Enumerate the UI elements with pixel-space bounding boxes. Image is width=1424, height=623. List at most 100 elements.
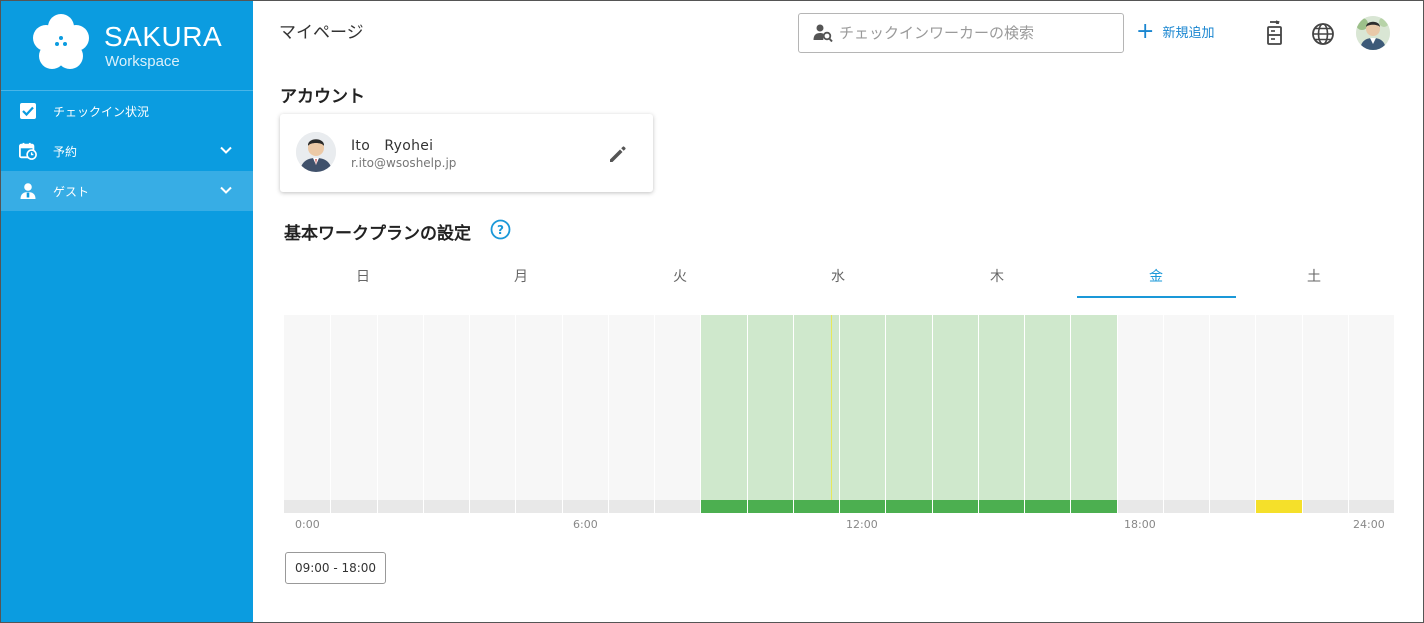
hour-separator xyxy=(561,500,563,513)
tick-label: 0:00 xyxy=(295,518,320,531)
hour-grid-line xyxy=(422,315,424,500)
hour-separator xyxy=(977,500,979,513)
work-plan-timeline[interactable] xyxy=(284,315,1394,513)
tab-sunday[interactable]: 日 xyxy=(284,266,442,286)
hour-grid-line xyxy=(376,315,378,500)
hour-grid-line xyxy=(469,315,470,500)
hour-grid-line xyxy=(885,315,887,500)
sidebar-item-label: ゲスト xyxy=(53,184,90,199)
active-tab-indicator xyxy=(1077,296,1236,298)
hour-grid-line xyxy=(1162,315,1164,500)
hour-grid-line xyxy=(330,315,332,500)
account-avatar xyxy=(296,132,336,172)
hour-separator xyxy=(1301,500,1303,513)
work-hours-area xyxy=(700,315,1117,500)
hour-separator xyxy=(376,500,378,513)
chevron-down-icon[interactable] xyxy=(219,183,233,197)
tick-label: 24:00 xyxy=(1353,518,1385,531)
hour-separator xyxy=(607,500,609,513)
hour-bar-strip[interactable] xyxy=(284,500,1394,513)
locker-export-icon[interactable] xyxy=(1263,20,1287,46)
tick-label: 12:00 xyxy=(846,518,878,531)
user-search-icon xyxy=(813,24,833,43)
checkbox-icon xyxy=(19,102,37,120)
hour-grid-line xyxy=(1301,315,1303,500)
sidebar-item-reservation[interactable]: 予約 xyxy=(1,131,253,171)
hour-separator xyxy=(515,500,517,513)
tick-label: 6:00 xyxy=(573,518,598,531)
brand-subtitle: Workspace xyxy=(105,53,180,70)
help-question-icon[interactable]: ? xyxy=(490,219,511,240)
add-new-label: 新規追加 xyxy=(1162,26,1215,41)
account-name: Ito Ryohei xyxy=(351,138,434,154)
hour-separator xyxy=(422,500,424,513)
globe-icon[interactable] xyxy=(1311,21,1335,47)
hour-grid-line xyxy=(931,315,933,500)
tab-monday[interactable]: 月 xyxy=(442,266,600,286)
page-title: マイページ xyxy=(279,23,364,43)
brand: SAKURA Workspace xyxy=(1,1,253,91)
tab-saturday[interactable]: 土 xyxy=(1235,266,1393,286)
hour-grid-line xyxy=(792,315,794,500)
search-box[interactable] xyxy=(798,13,1124,53)
hour-separator xyxy=(792,500,794,513)
work-hours-bar xyxy=(700,500,1117,513)
hour-grid-line xyxy=(1024,315,1025,500)
hour-separator xyxy=(330,500,332,513)
hour-separator xyxy=(839,500,840,513)
account-email: r.ito@wsoshelp.jp xyxy=(351,156,457,170)
sidebar: SAKURA Workspace チェックイン状況 予約 ゲスト xyxy=(1,1,253,622)
account-section-title: アカウント xyxy=(280,87,365,107)
work-plan-section-title: 基本ワークプランの設定 xyxy=(284,224,471,244)
hour-separator xyxy=(654,500,655,513)
hour-grid-line xyxy=(1347,315,1349,500)
hour-separator xyxy=(1070,500,1072,513)
sidebar-item-label: 予約 xyxy=(53,144,78,159)
hour-separator xyxy=(885,500,887,513)
current-time-line xyxy=(831,315,832,500)
search-input[interactable] xyxy=(839,24,1109,42)
hour-grid-line xyxy=(1255,315,1257,500)
add-new-button[interactable]: + 新規追加 xyxy=(1136,18,1215,44)
hour-grid-line xyxy=(654,315,655,500)
hour-grid-line xyxy=(977,315,979,500)
sidebar-item-checkin-status[interactable]: チェックイン状況 xyxy=(1,91,253,131)
brand-name: SAKURA xyxy=(104,21,223,52)
hour-grid-line xyxy=(746,315,748,500)
hour-separator xyxy=(469,500,470,513)
guest-icon xyxy=(19,182,37,200)
calendar-clock-icon xyxy=(19,142,37,160)
hour-separator xyxy=(1209,500,1210,513)
hour-separator xyxy=(1347,500,1349,513)
sidebar-item-guest[interactable]: ゲスト xyxy=(1,171,253,211)
hour-grid-line xyxy=(1116,315,1118,500)
pencil-edit-icon[interactable] xyxy=(607,143,629,165)
hour-separator xyxy=(1162,500,1164,513)
svg-text:?: ? xyxy=(497,223,504,237)
hour-separator xyxy=(1024,500,1025,513)
hour-grid-line xyxy=(1209,315,1210,500)
tick-label: 18:00 xyxy=(1124,518,1156,531)
tab-wednesday[interactable]: 水 xyxy=(759,266,917,286)
sakura-logo-icon xyxy=(33,14,89,69)
tab-friday[interactable]: 金 xyxy=(1077,266,1235,286)
hour-separator xyxy=(746,500,748,513)
hour-grid-line xyxy=(515,315,517,500)
hour-separator xyxy=(1255,500,1257,513)
work-range-button[interactable]: 09:00 - 18:00 xyxy=(285,552,386,584)
plus-icon: + xyxy=(1136,18,1155,44)
hour-separator xyxy=(1116,500,1118,513)
hour-grid-line xyxy=(700,315,702,500)
chevron-down-icon[interactable] xyxy=(219,143,233,157)
hour-grid-line xyxy=(1070,315,1072,500)
user-avatar[interactable] xyxy=(1356,16,1390,50)
tab-tuesday[interactable]: 火 xyxy=(601,266,759,286)
hour-separator xyxy=(700,500,702,513)
account-card: Ito Ryohei r.ito@wsoshelp.jp xyxy=(280,114,653,192)
hour-grid-line xyxy=(607,315,609,500)
hour-grid-line xyxy=(561,315,563,500)
tab-thursday[interactable]: 木 xyxy=(918,266,1076,286)
hour-grid-line xyxy=(839,315,840,500)
hour-separator xyxy=(931,500,933,513)
sidebar-item-label: チェックイン状況 xyxy=(53,104,150,119)
